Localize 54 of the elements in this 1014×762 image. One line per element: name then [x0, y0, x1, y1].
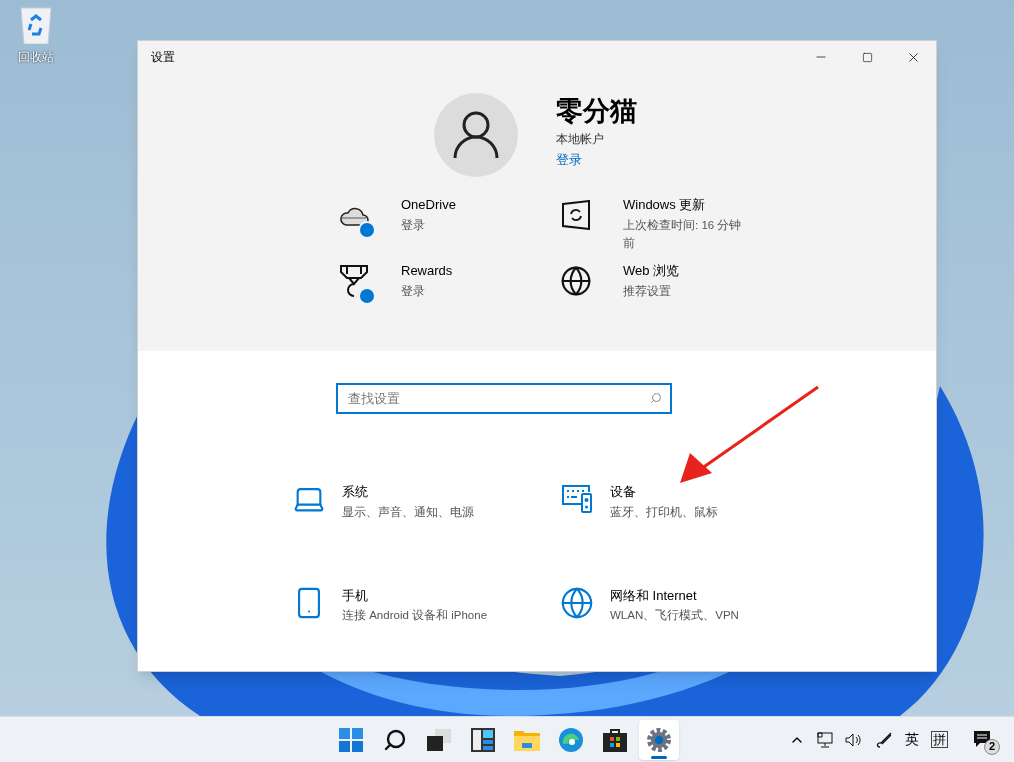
account-service-tile[interactable]: Rewards 登录: [334, 261, 556, 319]
service-title: OneDrive: [401, 196, 457, 214]
search-icon: [383, 727, 407, 752]
notification-icon[interactable]: [974, 730, 990, 747]
maximize-icon: [861, 51, 873, 63]
speaker-icon[interactable]: [845, 732, 863, 747]
search-icon: [650, 392, 662, 404]
globe-icon: [560, 265, 592, 297]
settings-category[interactable]: 设备 蓝牙、打印机、鼠标: [560, 482, 780, 521]
service-title: Rewards: [401, 262, 454, 280]
input-mode-indicator[interactable]: 英: [905, 729, 919, 750]
medal-icon: [339, 264, 369, 298]
search-field[interactable]: 查找设置: [336, 383, 672, 414]
active-indicator: [651, 755, 667, 759]
recycle-bin-icon: [19, 6, 53, 44]
profile-name: 零分猫: [556, 95, 637, 129]
refresh-window-icon: [561, 200, 591, 230]
settings-category[interactable]: 网络和 Internet WLAN、飞行模式、VPN: [560, 585, 780, 625]
category-title: 设备: [610, 483, 637, 501]
account-service-tile[interactable]: OneDrive 登录: [334, 195, 556, 253]
service-subtitle: 上次检查时间: 16 分钟前: [623, 217, 743, 251]
service-subtitle: 登录: [401, 283, 426, 299]
windows-logo-icon: [339, 727, 363, 752]
edge-browser-icon: [559, 727, 583, 752]
settings-category[interactable]: 系统 显示、声音、通知、电源: [292, 482, 560, 521]
sign-in-link[interactable]: 登录: [556, 150, 637, 170]
category-subtitle: WLAN、飞行模式、VPN: [610, 608, 739, 624]
ime-indicator[interactable]: 拼: [931, 731, 948, 748]
account-service-tile[interactable]: Windows 更新 上次检查时间: 16 分钟前: [556, 195, 756, 253]
category-subtitle: 连接 Android 设备和 iPhone: [342, 608, 488, 624]
category-title: 系统: [342, 483, 369, 501]
service-title: Web 浏览: [623, 262, 681, 280]
folder-icon: [514, 728, 540, 751]
account-type: 本地帐户: [556, 131, 605, 149]
category-subtitle: 蓝牙、打印机、鼠标: [610, 504, 718, 520]
person-icon: [453, 111, 499, 159]
settings-category[interactable]: 手机 连接 Android 设备和 iPhone: [292, 585, 560, 625]
keyboard-speaker-icon: [561, 484, 593, 514]
category-title: 网络和 Internet: [610, 586, 698, 605]
task-view-icon: [427, 728, 451, 751]
service-subtitle: 登录: [401, 217, 426, 233]
widgets-icon: [471, 727, 495, 752]
network-icon[interactable]: [817, 731, 833, 748]
service-subtitle: 推荐设置: [623, 283, 672, 299]
pen-icon[interactable]: [875, 731, 893, 748]
service-title: Windows 更新: [623, 196, 707, 214]
window-title: 设置: [151, 49, 176, 66]
category-title: 手机: [342, 586, 369, 605]
account-service-tile[interactable]: Web 浏览 推荐设置: [556, 261, 756, 319]
store-bag-icon: [603, 727, 627, 752]
category-subtitle: 显示、声音、通知、电源: [342, 504, 474, 520]
notification-count: 2: [984, 738, 1000, 755]
settings-icon: [646, 726, 672, 753]
globe-icon: [560, 585, 594, 620]
